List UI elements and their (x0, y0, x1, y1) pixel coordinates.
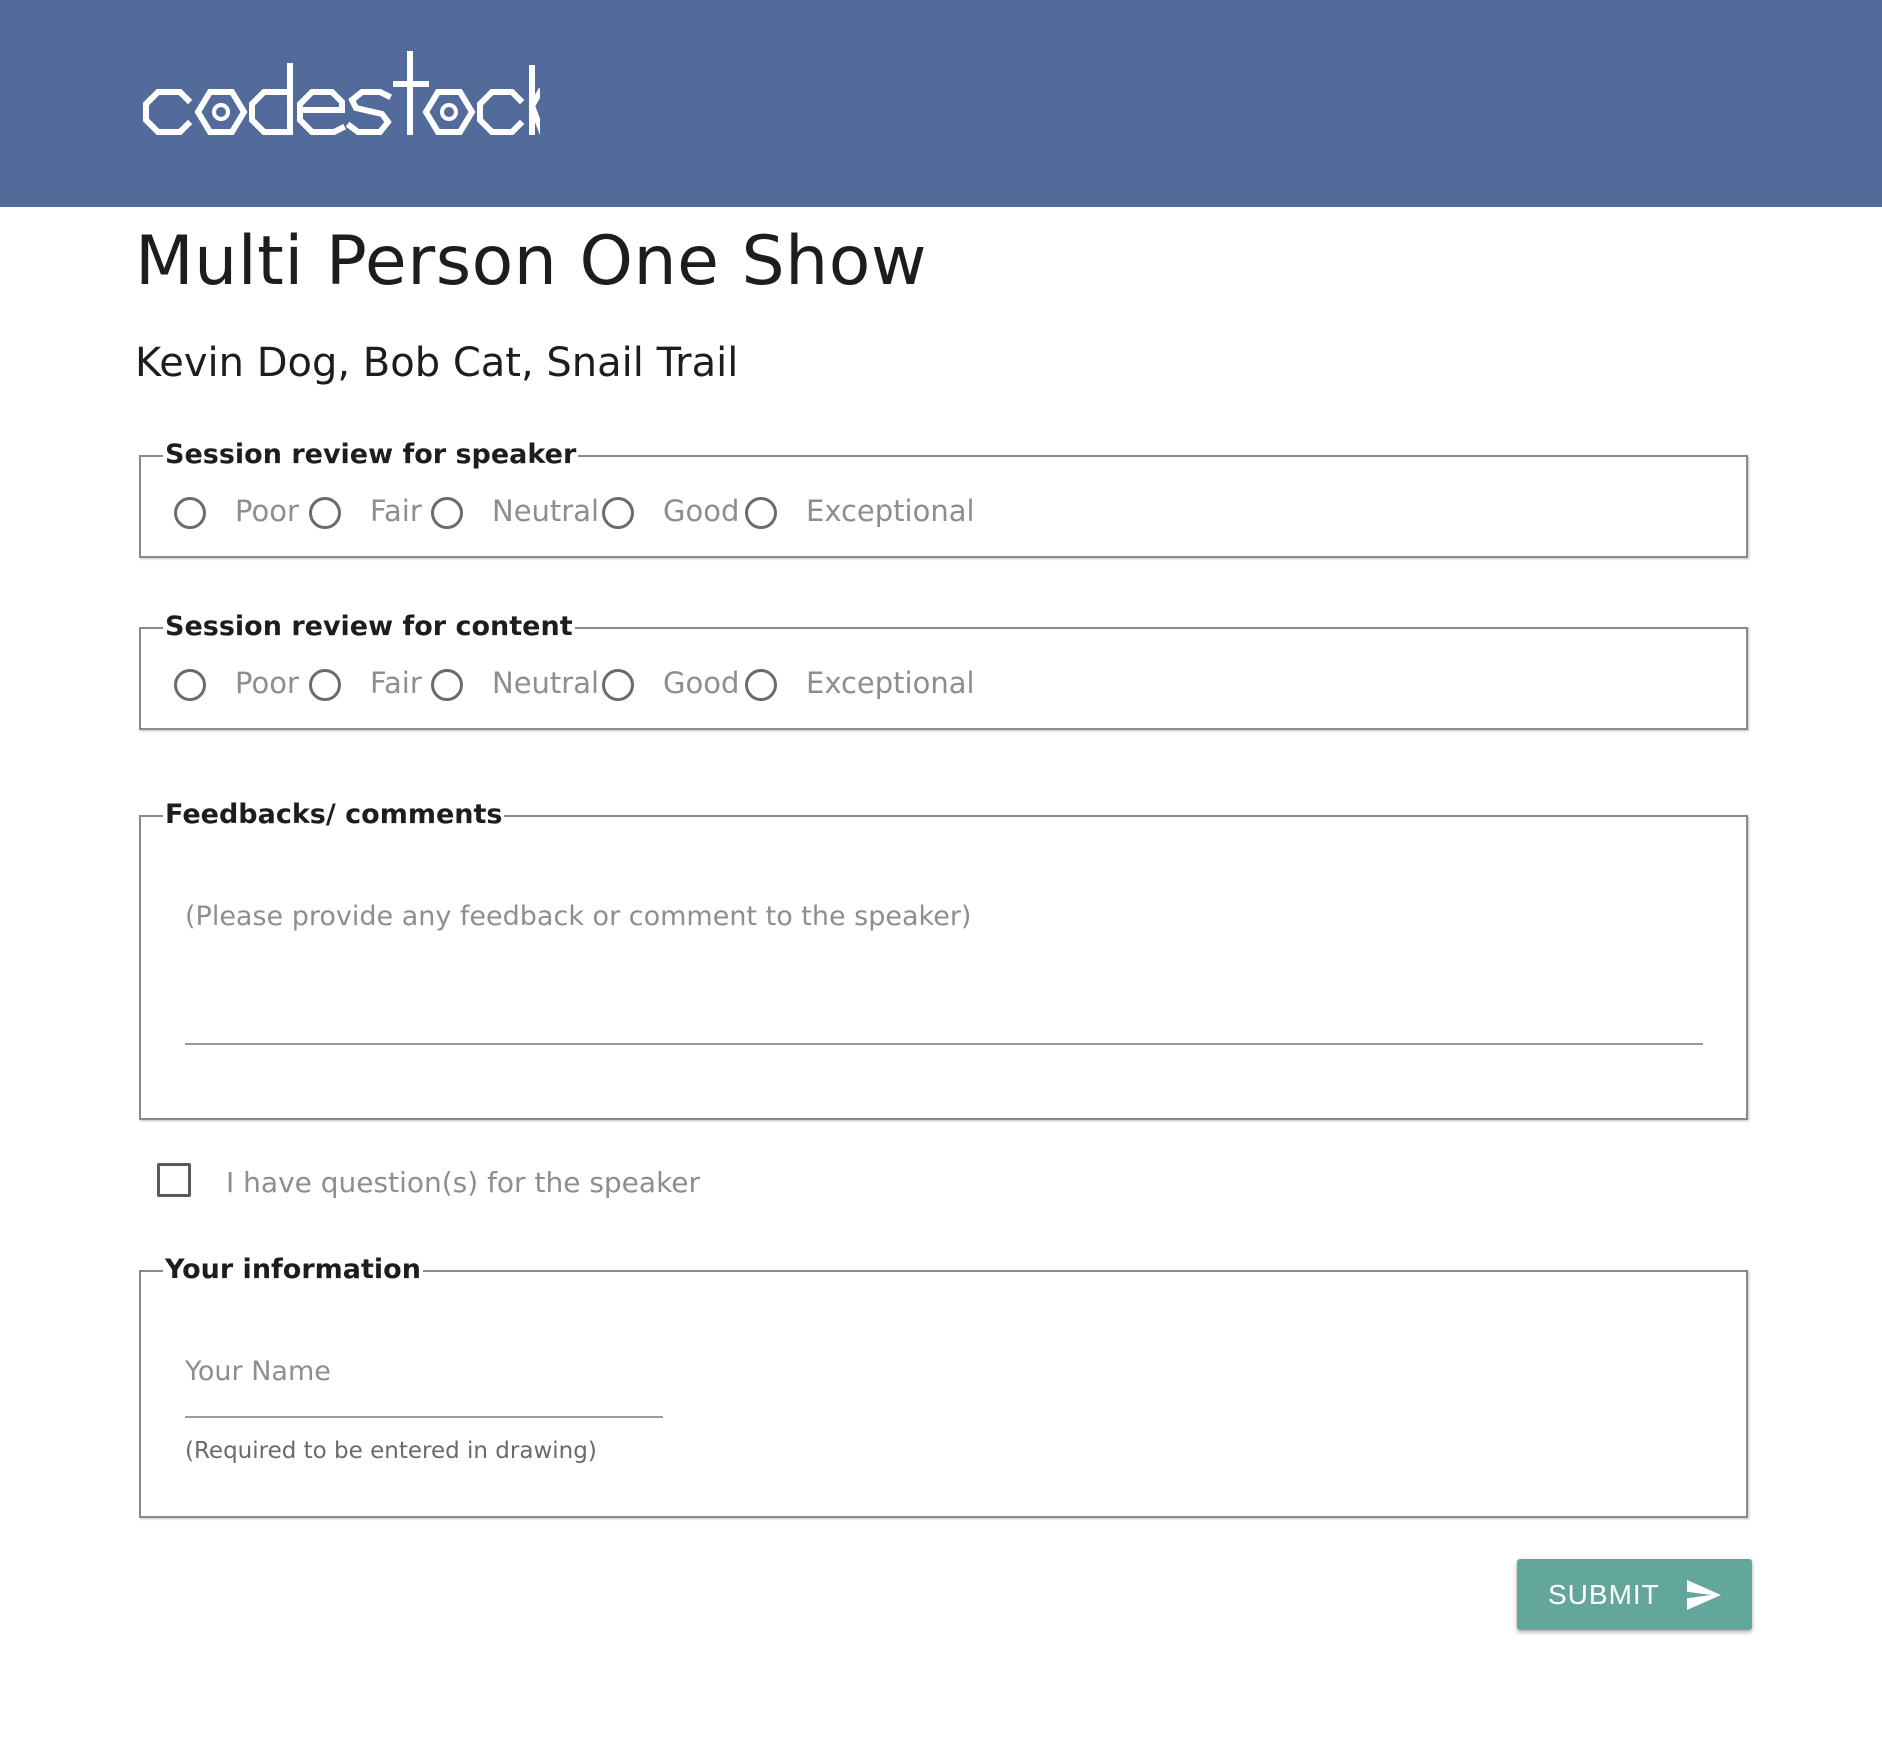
submit-label: SUBMIT (1548, 1579, 1660, 1610)
speaker-review-fieldset: Session review for speaker Poor Fair Neu… (139, 433, 1748, 558)
questions-checkbox-label[interactable]: I have question(s) for the speaker (226, 1166, 700, 1199)
content-review-fieldset: Session review for content Poor Fair Neu… (139, 605, 1748, 730)
feedback-underline (185, 1043, 1703, 1045)
name-field[interactable] (185, 1342, 663, 1402)
content-option-label[interactable]: Good (663, 665, 739, 701)
content-option-label[interactable]: Neutral (492, 665, 599, 701)
speaker-radio-good[interactable] (602, 497, 634, 529)
speaker-names: Kevin Dog, Bob Cat, Snail Trail (135, 340, 739, 386)
name-helper-text: (Required to be entered in drawing) (185, 1438, 597, 1464)
content-radio-exceptional[interactable] (745, 669, 777, 701)
name-underline (185, 1416, 663, 1418)
speaker-option-label[interactable]: Neutral (492, 493, 599, 529)
codestock-logo: codestock (143, 51, 540, 136)
speaker-radio-exceptional[interactable] (745, 497, 777, 529)
feedback-fieldset: Feedbacks/ comments (Please provide any … (139, 793, 1748, 1120)
content-option-label[interactable]: Poor (235, 665, 299, 701)
page-title: Multi Person One Show (135, 222, 928, 301)
your-information-legend: Your information (163, 1248, 423, 1292)
header-bar: codestock (0, 0, 1882, 207)
speaker-radio-fair[interactable] (309, 497, 341, 529)
content-option-label[interactable]: Exceptional (806, 665, 975, 701)
speaker-option-label[interactable]: Poor (235, 493, 299, 529)
speaker-option-label[interactable]: Exceptional (806, 493, 975, 529)
questions-checkbox[interactable] (157, 1163, 191, 1197)
speaker-option-label[interactable]: Fair (370, 493, 422, 529)
feedback-legend: Feedbacks/ comments (163, 793, 505, 837)
speaker-option-label[interactable]: Good (663, 493, 739, 529)
content-radio-poor[interactable] (174, 669, 206, 701)
content-radio-good[interactable] (602, 669, 634, 701)
speaker-radio-neutral[interactable] (431, 497, 463, 529)
speaker-radio-poor[interactable] (174, 497, 206, 529)
content-rating-group: Poor Fair Neutral Good Exceptional (141, 629, 1746, 728)
your-information-fieldset: Your information Your Name (Required to … (139, 1248, 1748, 1518)
content-radio-neutral[interactable] (431, 669, 463, 701)
send-icon (1687, 1580, 1721, 1610)
submit-button[interactable]: SUBMIT (1517, 1559, 1752, 1630)
content-option-label[interactable]: Fair (370, 665, 422, 701)
feedback-textarea[interactable] (185, 887, 1703, 997)
speaker-rating-group: Poor Fair Neutral Good Exceptional (141, 457, 1746, 556)
content-radio-fair[interactable] (309, 669, 341, 701)
